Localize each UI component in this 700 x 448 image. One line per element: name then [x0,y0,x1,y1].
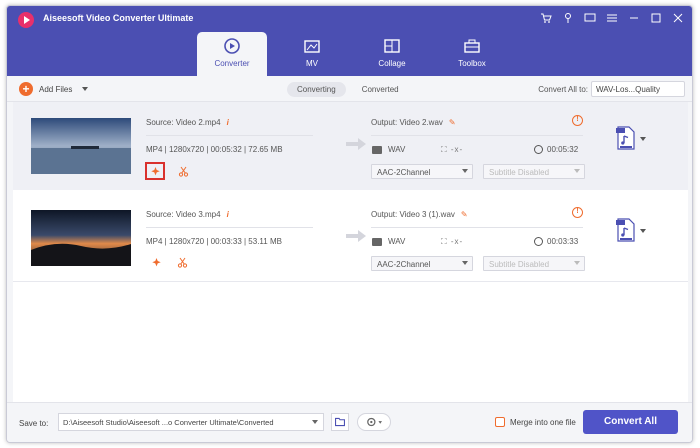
output-name: Output: Video 2.wav ✎ [371,118,456,127]
status-switch: Converting Converted [287,82,409,97]
format-select[interactable]: WAV-Los...Quality [591,81,685,97]
source-name: Source: Video 3.mp4 i [146,210,229,219]
tab-toolbox[interactable]: Toolbox [437,32,507,76]
merge-label: Merge into one file [510,417,576,427]
app-logo-icon [18,12,34,28]
film-icon [372,145,382,154]
clock-icon [534,145,543,154]
warning-icon[interactable]: ! [572,115,583,126]
tab-label: Toolbox [458,59,486,68]
edit-icon[interactable]: ✎ [449,118,456,127]
chevron-down-icon[interactable] [82,87,89,91]
arrow-right-icon [346,138,366,150]
source-name: Source: Video 2.mp4 i [146,118,229,127]
arrow-right-icon [346,230,366,242]
add-files-button[interactable]: + Add Files [19,82,89,96]
toolbar: + Add Files Converting Converted Convert… [7,76,692,102]
cut-icon[interactable] [175,163,191,179]
edit-tools [145,162,191,180]
main-tabs: Converter MV Collage Toolbox [197,32,517,76]
tab-converter[interactable]: Converter [197,32,267,76]
output-duration: 00:05:32 [534,145,578,154]
audio-track-select[interactable]: AAC-2Channel [371,164,473,179]
plus-icon: + [19,82,33,96]
source-meta: MP4 | 1280x720 | 00:03:33 | 53.11 MB [146,237,282,246]
chat-icon[interactable] [584,12,596,24]
wav-format-icon[interactable] [616,126,636,150]
source-meta: MP4 | 1280x720 | 00:05:32 | 72.65 MB [146,145,283,154]
convert-all-to-label: Convert All to: [538,85,588,94]
video-thumbnail[interactable] [31,210,131,266]
add-files-label: Add Files [39,84,73,94]
open-folder-button[interactable] [331,413,349,431]
window-controls [540,12,684,24]
info-icon[interactable]: i [227,210,229,219]
tab-collage[interactable]: Collage [357,32,427,76]
subtitle-select[interactable]: Subtitle Disabled [483,256,585,271]
enhance-icon[interactable] [148,254,164,270]
output-duration: 00:03:33 [534,237,578,246]
tab-label: Collage [378,59,406,68]
chevron-down-icon[interactable] [640,229,646,233]
key-icon[interactable] [562,12,574,24]
settings-button[interactable] [357,413,391,431]
output-format: WAV [372,145,405,154]
app-title: Aiseesoft Video Converter Ultimate [43,13,194,23]
chevron-down-icon [312,420,318,424]
save-to-label: Save to: [19,419,49,428]
gear-icon [367,417,382,427]
divider [146,227,313,228]
file-list: Source: Video 2.mp4 i MP4 | 1280x720 | 00… [13,102,688,402]
cut-icon[interactable] [174,254,190,270]
maximize-icon[interactable] [650,12,662,24]
divider [146,135,313,136]
tab-mv[interactable]: MV [277,32,347,76]
toolbox-icon [464,39,480,53]
mv-icon [304,40,320,53]
tab-converting[interactable]: Converting [287,82,346,97]
list-item: Source: Video 3.mp4 i MP4 | 1280x720 | 00… [13,194,688,282]
video-thumbnail[interactable] [31,118,131,174]
chevron-down-icon [574,169,580,173]
footer: Save to: D:\Aiseesoft Studio\Aiseesoft .… [7,402,692,442]
film-icon [372,237,382,246]
output-format: WAV [372,237,405,246]
save-path-select[interactable]: D:\Aiseesoft Studio\Aiseesoft ...o Conve… [58,413,324,431]
output-name: Output: Video 3 (1).wav ✎ [371,210,468,219]
subtitle-select[interactable]: Subtitle Disabled [483,164,585,179]
converter-icon [224,38,240,54]
output-resolution: ⛶ -x- [441,145,464,154]
chevron-down-icon[interactable] [640,137,646,141]
divider [371,135,583,136]
collage-icon [384,39,400,53]
cart-icon[interactable] [540,12,552,24]
header: Aiseesoft Video Converter Ultimate Conve… [7,6,692,76]
close-icon[interactable] [672,12,684,24]
tab-label: Converter [214,59,250,68]
output-resolution: ⛶ -x- [441,237,464,246]
folder-icon [335,417,345,427]
enhance-icon[interactable] [145,162,165,180]
edit-icon[interactable]: ✎ [461,210,468,219]
menu-icon[interactable] [606,12,618,24]
chevron-down-icon [462,261,468,265]
tab-label: MV [306,59,318,68]
audio-track-select[interactable]: AAC-2Channel [371,256,473,271]
chevron-down-icon [462,169,468,173]
edit-tools [148,254,190,270]
clock-icon [534,237,543,246]
wav-format-icon[interactable] [616,218,636,242]
list-item: Source: Video 2.mp4 i MP4 | 1280x720 | 00… [13,102,688,190]
merge-checkbox[interactable] [495,417,505,427]
minimize-icon[interactable] [628,12,640,24]
merge-option[interactable]: Merge into one file [495,417,576,427]
warning-icon[interactable]: ! [572,207,583,218]
tab-converted[interactable]: Converted [352,82,409,97]
divider [371,227,583,228]
info-icon[interactable]: i [227,118,229,127]
chevron-down-icon [574,261,580,265]
convert-all-button[interactable]: Convert All [583,410,678,434]
app-window: Aiseesoft Video Converter Ultimate Conve… [6,5,693,443]
